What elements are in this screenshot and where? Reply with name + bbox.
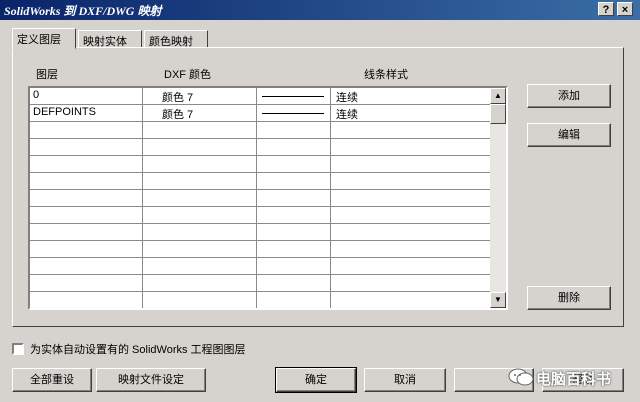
- map-file-settings-button[interactable]: 映射文件设定: [96, 368, 206, 392]
- table-row[interactable]: [30, 139, 492, 156]
- edit-button[interactable]: 编辑: [527, 123, 611, 147]
- tab-map-entities[interactable]: 映射实体: [78, 30, 142, 48]
- scroll-down-arrow-icon[interactable]: ▼: [490, 292, 506, 308]
- table-row[interactable]: [30, 173, 492, 190]
- table-row[interactable]: [30, 190, 492, 207]
- auto-layer-checkbox-label[interactable]: 为实体自动设置有的 SolidWorks 工程图图层: [30, 341, 246, 357]
- layer-table[interactable]: 0 颜色 7 连续 DEFPOINTS 颜色 7 连续 ▲ ▼: [28, 86, 508, 310]
- table-row[interactable]: [30, 207, 492, 224]
- table-row[interactable]: [30, 292, 492, 308]
- watermark: 电脑百科书: [508, 362, 634, 392]
- linestyle-preview: [262, 113, 324, 114]
- watermark-text: 电脑百科书: [536, 371, 612, 388]
- help-button[interactable]: ?: [598, 2, 614, 16]
- table-row[interactable]: [30, 275, 492, 292]
- cell-linestyle: 连续: [336, 92, 358, 104]
- title-bar: SolidWorks 到 DXF/DWG 映射 ? ×: [0, 0, 640, 20]
- cell-linestyle: 连续: [336, 109, 358, 121]
- auto-layer-checkbox[interactable]: [12, 343, 24, 355]
- tab-define-layers[interactable]: 定义图层: [12, 28, 76, 49]
- linestyle-preview: [262, 96, 324, 97]
- close-button[interactable]: ×: [617, 2, 633, 16]
- tab-color-mapping[interactable]: 颜色映射: [144, 30, 208, 48]
- table-row[interactable]: DEFPOINTS 颜色 7 连续: [30, 105, 492, 122]
- scroll-thumb[interactable]: [490, 104, 506, 124]
- cell-color: 颜色 7: [162, 92, 194, 104]
- reset-all-button[interactable]: 全部重设: [12, 368, 92, 392]
- cell-layer: DEFPOINTS: [33, 106, 96, 118]
- table-row[interactable]: 0 颜色 7 连续: [30, 88, 492, 105]
- add-button[interactable]: 添加: [527, 84, 611, 108]
- column-header-linestyle[interactable]: 线条样式: [364, 66, 408, 82]
- table-row[interactable]: [30, 258, 492, 275]
- window-title: SolidWorks 到 DXF/DWG 映射: [4, 4, 162, 18]
- table-row[interactable]: [30, 122, 492, 139]
- wechat-icon: [508, 368, 534, 386]
- ok-button[interactable]: 确定: [275, 367, 357, 393]
- cell-color: 颜色 7: [162, 109, 194, 121]
- cell-layer: 0: [33, 89, 40, 101]
- cancel-button[interactable]: 取消: [364, 368, 446, 392]
- column-header-layer[interactable]: 图层: [36, 66, 58, 82]
- table-row[interactable]: [30, 241, 492, 258]
- table-row[interactable]: [30, 156, 492, 173]
- delete-button[interactable]: 删除: [527, 286, 611, 310]
- table-row[interactable]: [30, 224, 492, 241]
- column-header-dxf-color[interactable]: DXF 颜色: [164, 66, 211, 82]
- vertical-scrollbar[interactable]: ▲ ▼: [490, 88, 506, 308]
- scroll-up-arrow-icon[interactable]: ▲: [490, 88, 506, 104]
